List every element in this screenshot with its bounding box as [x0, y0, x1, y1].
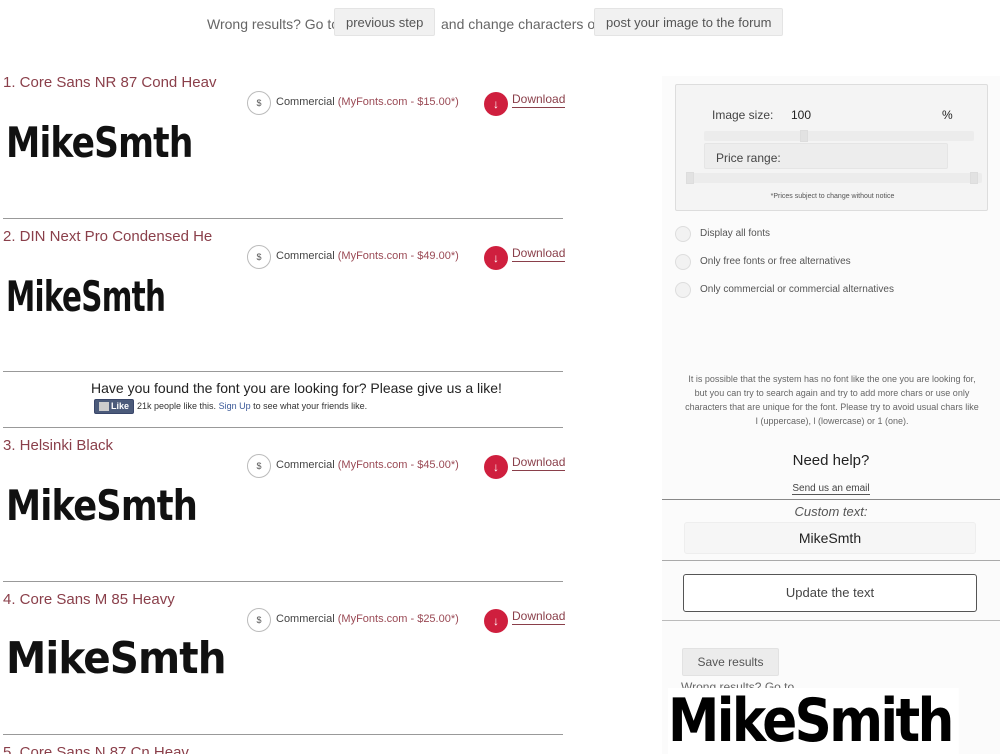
radio-circle[interactable] [675, 254, 691, 270]
divider [3, 734, 563, 735]
font-title[interactable]: 2. DIN Next Pro Condensed He [3, 228, 212, 245]
font-sample: MikeSmth [6, 118, 193, 167]
wrong-results-text: Wrong results? Go to [207, 16, 340, 32]
font-sample: MikeSmth [6, 633, 227, 684]
change-characters-text: and change characters or [441, 16, 600, 32]
previous-step-button[interactable]: previous step [334, 8, 436, 36]
price-source-link[interactable]: (MyFonts.com - $25.00*) [338, 613, 459, 625]
price-source-link[interactable]: (MyFonts.com - $45.00*) [338, 459, 459, 471]
download-arrow-icon[interactable]: ↓ [484, 455, 508, 479]
download-link[interactable]: Download [512, 609, 566, 625]
signup-link[interactable]: Sign Up [219, 401, 251, 411]
custom-text-label: Custom text: [794, 504, 868, 519]
save-results-button[interactable]: Save results [682, 648, 779, 676]
image-size-unit: % [942, 108, 953, 122]
font-title[interactable]: 5. Core Sans N 87 Cn Heav [3, 744, 189, 754]
divider [662, 620, 1000, 621]
image-size-label: Image size: [712, 108, 774, 122]
divider [3, 371, 563, 372]
price-info: Commercial (MyFonts.com - $45.00*) [276, 459, 459, 471]
radio-circle[interactable] [675, 226, 691, 242]
divider [3, 581, 563, 582]
font-sample: MikeSmth [6, 481, 198, 530]
info-text: It is possible that the system has no fo… [685, 374, 979, 426]
update-text-button[interactable]: Update the text [683, 574, 977, 612]
divider [662, 499, 1000, 500]
like-count: 21k people like this. Sign Up to see wha… [137, 401, 368, 411]
send-email-link[interactable]: Send us an email [792, 483, 870, 495]
email-link-wrap: Send us an email [662, 478, 1000, 496]
post-forum-button[interactable]: post your image to the forum [594, 8, 784, 36]
font-title[interactable]: 3. Helsinki Black [3, 437, 113, 454]
font-title[interactable]: 1. Core Sans NR 87 Cond Heav [3, 74, 216, 91]
top-bar: Wrong results? Go to previous step and c… [0, 8, 1000, 38]
price-range-label: Price range: [716, 151, 781, 165]
divider [662, 560, 1000, 561]
need-help-heading: Need help? [792, 452, 870, 469]
divider [3, 427, 563, 428]
download-link[interactable]: Download [512, 92, 566, 108]
download-arrow-icon[interactable]: ↓ [484, 92, 508, 116]
divider [3, 218, 563, 219]
dollar-icon: $ [247, 91, 271, 115]
thumbs-up-icon [99, 402, 109, 412]
dollar-icon: $ [247, 608, 271, 632]
price-note: *Prices subject to change without notice [770, 193, 895, 200]
radio-circle[interactable] [675, 282, 691, 298]
like-question: Have you found the font you are looking … [91, 380, 502, 396]
font-title[interactable]: 4. Core Sans M 85 Heavy [3, 591, 175, 608]
download-arrow-icon[interactable]: ↓ [484, 246, 508, 270]
settings-panel: Image size: 100 % Price range: *Prices s… [675, 84, 988, 211]
price-source-link[interactable]: (MyFonts.com - $15.00*) [338, 96, 459, 108]
download-arrow-icon[interactable]: ↓ [484, 609, 508, 633]
image-size-slider[interactable] [704, 131, 974, 141]
price-max-handle[interactable] [970, 172, 978, 184]
price-info: Commercial (MyFonts.com - $49.00*) [276, 250, 459, 262]
font-sample: MikeSmth [6, 272, 166, 321]
download-link[interactable]: Download [512, 455, 566, 471]
image-size-value[interactable]: 100 [791, 108, 811, 122]
price-info: Commercial (MyFonts.com - $25.00*) [276, 613, 459, 625]
dollar-icon: $ [247, 245, 271, 269]
download-link[interactable]: Download [512, 246, 566, 262]
query-text-image: MikeSmith [668, 688, 959, 754]
dollar-icon: $ [247, 454, 271, 478]
sidebar: Image size: 100 % Price range: *Prices s… [662, 76, 1000, 754]
image-size-handle[interactable] [800, 130, 808, 142]
like-button[interactable]: Like [94, 399, 134, 414]
custom-text-input[interactable]: MikeSmth [684, 522, 976, 554]
price-source-link[interactable]: (MyFonts.com - $49.00*) [338, 250, 459, 262]
price-info: Commercial (MyFonts.com - $15.00*) [276, 96, 459, 108]
price-min-handle[interactable] [686, 172, 694, 184]
price-range-slider[interactable] [686, 173, 982, 183]
